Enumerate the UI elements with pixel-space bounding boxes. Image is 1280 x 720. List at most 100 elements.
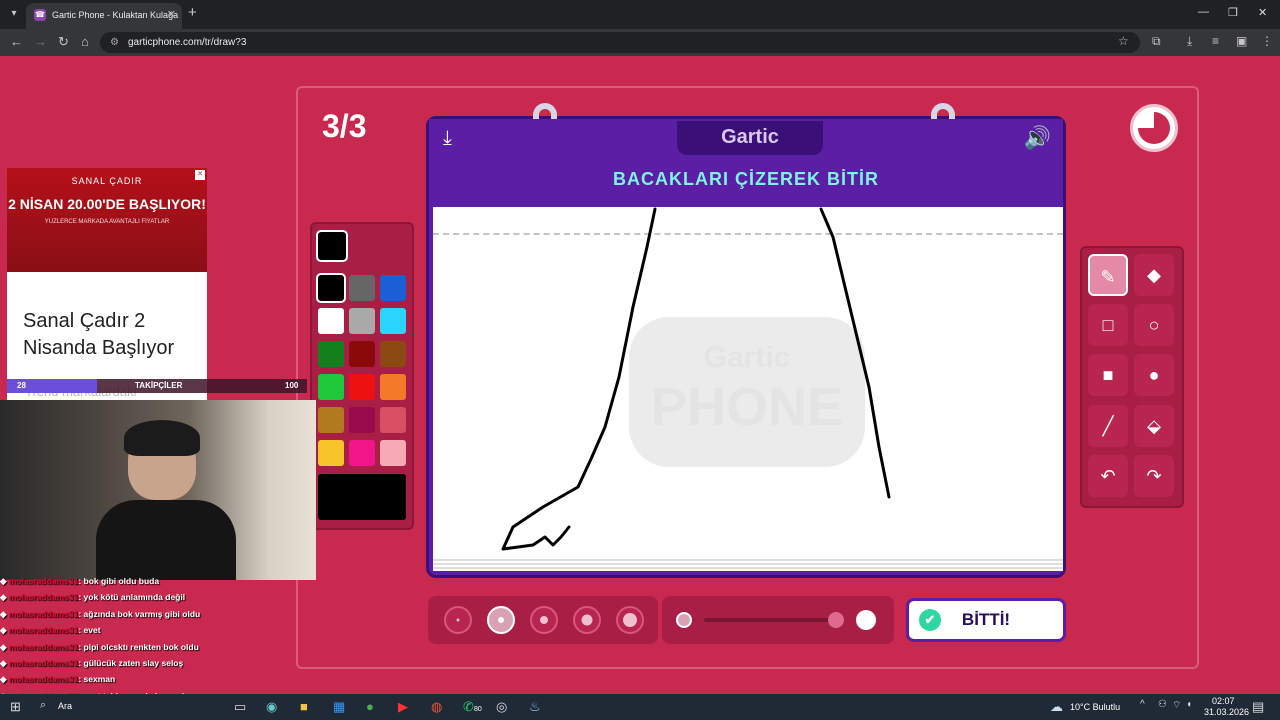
bookmark-star-icon[interactable]: ☆ — [1118, 34, 1129, 48]
site-info-icon[interactable]: ⚙ — [110, 32, 119, 53]
color-swatch[interactable] — [380, 374, 406, 400]
pencil-icon[interactable]: ✎ — [1088, 254, 1128, 296]
forward-icon[interactable]: → — [34, 34, 47, 49]
brush-size-1[interactable] — [444, 606, 472, 634]
color-swatch[interactable] — [349, 341, 375, 367]
color-swatch[interactable] — [380, 407, 406, 433]
file-explorer-icon[interactable]: ■ — [300, 699, 308, 714]
tab-search-icon[interactable]: ▾ — [6, 6, 22, 22]
custom-color-picker[interactable] — [318, 474, 406, 520]
ad-close-icon[interactable]: ✕ — [195, 170, 205, 180]
square-outline-icon[interactable]: □ — [1088, 304, 1128, 346]
search-icon[interactable]: ⌕ — [40, 699, 46, 712]
copilot-icon[interactable]: ◉ — [266, 699, 277, 715]
color-swatch[interactable] — [349, 440, 375, 466]
ad-panel[interactable]: SANAL ÇADIR 2 NİSAN 20.00'DE BAŞLIYOR! Y… — [7, 168, 207, 400]
color-swatch[interactable] — [349, 275, 375, 301]
eraser-icon[interactable]: ◆ — [1134, 254, 1174, 296]
color-swatch[interactable] — [318, 440, 344, 466]
opera-icon[interactable]: ◍ — [431, 699, 442, 715]
color-swatch[interactable] — [349, 308, 375, 334]
drawing-board: ⤓ Gartic 🔊 BACAKLARI ÇİZEREK BİTİR Garti… — [426, 103, 1066, 578]
undo-icon[interactable]: ↶ — [1088, 455, 1128, 497]
tray-app-icon[interactable]: ⚇ — [1158, 699, 1167, 710]
brush-size-4[interactable] — [573, 606, 601, 634]
opacity-slider[interactable] — [662, 596, 894, 644]
color-swatch[interactable] — [380, 440, 406, 466]
new-tab-icon[interactable]: + — [188, 4, 197, 21]
color-swatch[interactable] — [318, 341, 344, 367]
check-icon: ✔ — [919, 609, 941, 631]
reload-icon[interactable]: ↻ — [58, 34, 69, 50]
url-input[interactable]: ⚙ garticphone.com/tr/draw?3 — [100, 32, 1140, 53]
download-icon[interactable]: ⤓ — [1187, 34, 1192, 49]
drawing-canvas[interactable]: Gartic PHONE — [433, 207, 1063, 557]
download-drawing-icon[interactable]: ⤓ — [443, 127, 452, 150]
square-filled-icon[interactable]: ■ — [1088, 354, 1128, 396]
fill-bucket-icon[interactable]: ⬙ — [1134, 405, 1174, 447]
chat-message: ◆ molasraddams31: bok gibi oldu buda — [0, 576, 160, 586]
chrome-icon[interactable]: ● — [366, 699, 374, 714]
follower-goal-bar: 28 TAKİPÇİLER 100 — [7, 379, 307, 393]
tab-title: Gartic Phone - Kulaktan Kulağa — [52, 10, 179, 20]
webcam-person-hair — [124, 420, 200, 456]
task-view-icon[interactable]: ▭ — [234, 699, 246, 715]
line-icon[interactable]: ╱ — [1088, 405, 1128, 447]
color-swatch[interactable] — [380, 308, 406, 334]
color-swatch[interactable] — [316, 273, 346, 303]
browser-tab[interactable]: ☎ Gartic Phone - Kulaktan Kulağa ✕ — [26, 3, 182, 29]
reading-list-icon[interactable]: ≡ — [1212, 34, 1219, 48]
speaker-icon[interactable]: ◖ — [1186, 699, 1192, 710]
menu-icon[interactable]: ⋮ — [1261, 34, 1273, 48]
extensions-icon[interactable]: ⧉ — [1152, 34, 1161, 49]
close-tab-icon[interactable]: ✕ — [167, 3, 176, 27]
color-swatch[interactable] — [318, 374, 344, 400]
clock-time[interactable]: 02:07 — [1212, 696, 1235, 706]
start-icon[interactable]: ⊞ — [10, 699, 21, 715]
minimize-icon[interactable]: — — [1198, 6, 1209, 18]
whatsapp-badge: 80 — [474, 706, 482, 713]
ad-banner[interactable]: SANAL ÇADIR 2 NİSAN 20.00'DE BAŞLIYOR! Y… — [7, 168, 207, 272]
opacity-track[interactable] — [704, 618, 840, 622]
done-button[interactable]: ✔ BİTTİ! — [906, 598, 1066, 642]
close-window-icon[interactable]: ✕ — [1258, 6, 1267, 19]
brush-size-3[interactable] — [530, 606, 558, 634]
gartic-favicon-icon: ☎ — [34, 9, 46, 21]
color-swatch[interactable] — [349, 374, 375, 400]
taskbar-search[interactable]: Ara — [58, 701, 72, 711]
color-swatch[interactable] — [318, 308, 344, 334]
home-icon[interactable]: ⌂ — [81, 34, 89, 49]
color-swatch[interactable] — [380, 341, 406, 367]
wifi-icon[interactable]: ⌔ — [1172, 699, 1181, 712]
paper-edge — [433, 557, 1063, 571]
whatsapp-icon[interactable]: ✆ — [463, 699, 474, 715]
weather-text[interactable]: 10°C Bulutlu — [1070, 702, 1120, 712]
obs-icon[interactable]: ◎ — [496, 699, 507, 715]
tray-chevron-icon[interactable]: ^ — [1140, 699, 1145, 710]
notification-icon[interactable]: ▤ — [1252, 699, 1264, 715]
brush-size-5[interactable] — [616, 606, 644, 634]
profile-icon[interactable]: ▣ — [1236, 34, 1247, 48]
store-icon[interactable]: ▦ — [333, 699, 345, 715]
clock-date[interactable]: 31.03.2026 — [1204, 707, 1249, 717]
circle-filled-icon[interactable]: ● — [1134, 354, 1174, 396]
chat-text: : gülücük zaten slay seloş — [78, 657, 184, 668]
color-swatch[interactable] — [380, 275, 406, 301]
weather-icon[interactable]: ☁ — [1050, 699, 1063, 715]
steam-icon[interactable]: ♨ — [529, 699, 541, 715]
opacity-handle[interactable] — [828, 612, 844, 628]
color-swatch[interactable] — [349, 407, 375, 433]
chat-username: molasraddams31 — [8, 641, 79, 652]
timer-icon — [1130, 104, 1178, 152]
ad-small-title: SANAL ÇADIR — [71, 176, 143, 186]
color-swatch[interactable] — [318, 407, 344, 433]
back-icon[interactable]: ← — [10, 34, 23, 49]
brush-size-2[interactable] — [487, 606, 515, 634]
drawing-strokes: Gartic PHONE — [501, 207, 891, 551]
redo-icon[interactable]: ↷ — [1134, 455, 1174, 497]
restore-icon[interactable]: ❐ — [1228, 6, 1238, 19]
youtube-icon[interactable]: ▶ — [398, 699, 408, 715]
volume-icon[interactable]: 🔊 — [1024, 125, 1051, 151]
circle-outline-icon[interactable]: ○ — [1134, 304, 1174, 346]
prompt-title: BACAKLARI ÇİZEREK BİTİR — [613, 169, 879, 189]
